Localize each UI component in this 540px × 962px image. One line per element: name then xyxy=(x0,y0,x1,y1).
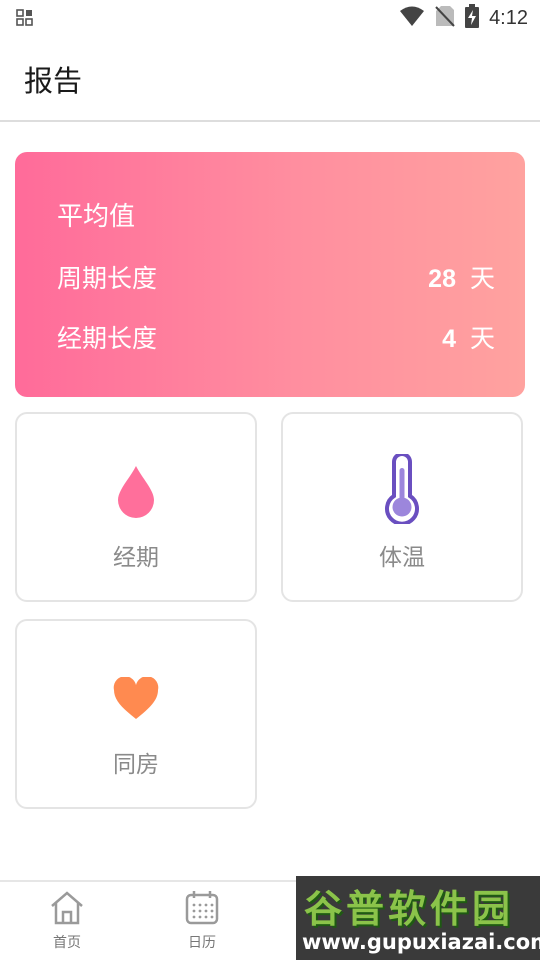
watermark-url: www.gupuxiazai.com xyxy=(302,930,540,954)
watermark: 谷普软件园 www.gupuxiazai.com xyxy=(296,876,540,960)
temperature-tile-label: 体温 xyxy=(379,545,425,571)
intimacy-tile-label: 同房 xyxy=(113,752,159,778)
drop-icon xyxy=(116,464,156,522)
status-time: 4:12 xyxy=(489,6,528,29)
period-length-row: 经期长度 4天 xyxy=(57,317,495,357)
thermometer-icon xyxy=(381,452,423,528)
period-length-value: 4 xyxy=(442,325,456,353)
heart-icon xyxy=(112,676,160,725)
no-sim-icon xyxy=(435,5,455,31)
nav-home-label: 首页 xyxy=(53,935,81,951)
period-tile[interactable]: 经期 xyxy=(15,412,257,602)
nav-item-calendar[interactable]: 日历 xyxy=(162,890,242,952)
calendar-icon xyxy=(162,890,242,930)
page-title: 报告 xyxy=(24,64,83,98)
notification-grid-icon xyxy=(16,9,34,27)
temperature-tile[interactable]: 体温 xyxy=(281,412,523,602)
nav-calendar-label: 日历 xyxy=(188,935,216,951)
average-card: 平均值 周期长度 28 天 经期长度 4天 xyxy=(15,152,525,397)
period-length-unit: 天 xyxy=(469,324,495,353)
period-tile-label: 经期 xyxy=(113,545,159,571)
cycle-length-value: 28 xyxy=(428,265,456,293)
cycle-length-unit: 天 xyxy=(469,264,495,293)
home-icon xyxy=(27,890,107,930)
status-bar: 4:12 xyxy=(0,0,540,36)
watermark-brand: 谷普软件园 xyxy=(304,887,515,931)
cycle-length-row: 周期长度 28 天 xyxy=(57,257,495,297)
intimacy-tile[interactable]: 同房 xyxy=(15,619,257,809)
nav-item-home[interactable]: 首页 xyxy=(27,890,107,952)
period-length-label: 经期长度 xyxy=(57,324,158,353)
battery-charging-icon xyxy=(465,4,480,32)
app-bar: 报告 xyxy=(0,36,540,122)
average-title: 平均值 xyxy=(57,202,136,232)
wifi-icon xyxy=(399,5,425,31)
cycle-length-label: 周期长度 xyxy=(57,264,158,293)
